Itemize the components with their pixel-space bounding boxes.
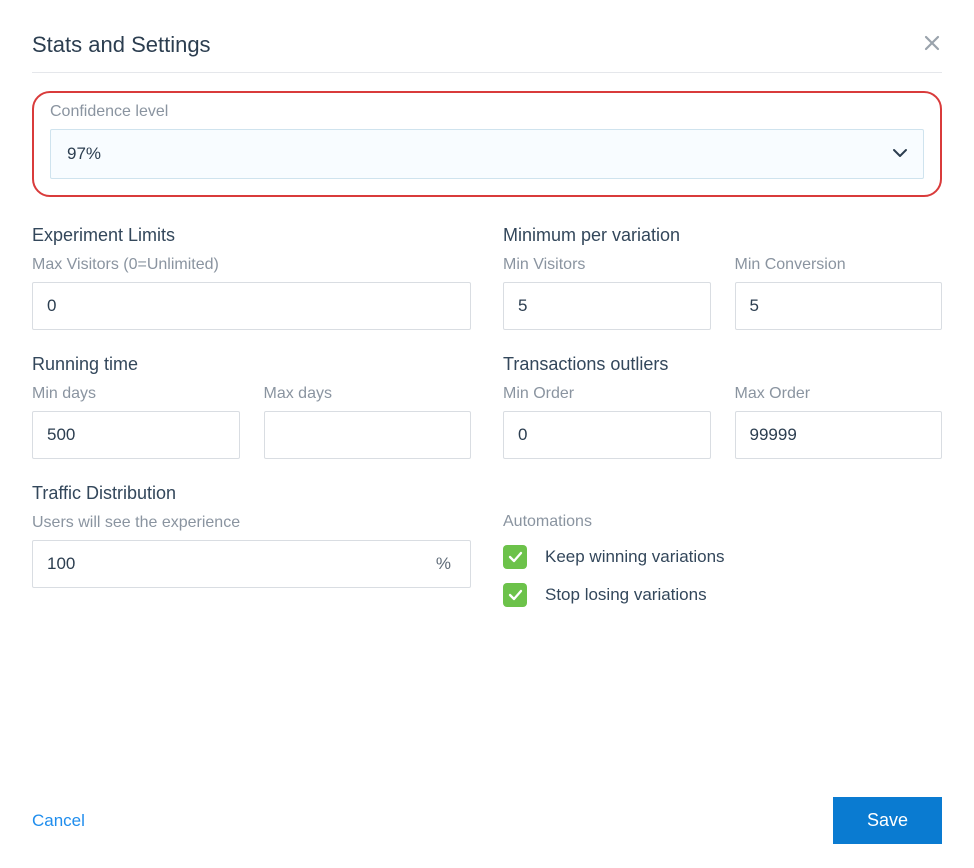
keep-winning-label: Keep winning variations: [545, 547, 725, 567]
max-order-input[interactable]: [735, 411, 943, 459]
min-conversion-input[interactable]: [735, 282, 943, 330]
automations-section: Automations Keep winning variations Stop…: [503, 483, 942, 621]
min-order-input[interactable]: [503, 411, 711, 459]
save-button[interactable]: Save: [833, 797, 942, 844]
transactions-outliers-title: Transactions outliers: [503, 354, 942, 375]
experiment-limits-title: Experiment Limits: [32, 225, 471, 246]
traffic-distribution-input[interactable]: [32, 540, 471, 588]
check-icon: [508, 589, 523, 601]
min-days-input[interactable]: [32, 411, 240, 459]
max-visitors-label: Max Visitors (0=Unlimited): [32, 256, 471, 274]
running-time-title: Running time: [32, 354, 471, 375]
check-icon: [508, 551, 523, 563]
min-per-variation-title: Minimum per variation: [503, 225, 942, 246]
dialog-header: Stats and Settings: [32, 32, 942, 73]
cancel-button[interactable]: Cancel: [32, 811, 85, 831]
max-visitors-input[interactable]: [32, 282, 471, 330]
traffic-distribution-section: Traffic Distribution Users will see the …: [32, 483, 471, 621]
transactions-outliers-section: Transactions outliers Min Order Max Orde…: [503, 354, 942, 459]
dialog-footer: Cancel Save: [32, 797, 942, 844]
confidence-level-select[interactable]: 97%: [50, 129, 924, 179]
min-conversion-label: Min Conversion: [735, 256, 943, 274]
confidence-level-label: Confidence level: [50, 103, 924, 121]
max-days-input[interactable]: [264, 411, 472, 459]
stop-losing-checkbox[interactable]: [503, 583, 527, 607]
stop-losing-label: Stop losing variations: [545, 585, 707, 605]
dialog-title: Stats and Settings: [32, 32, 211, 58]
running-time-section: Running time Min days Max days: [32, 354, 471, 459]
traffic-distribution-title: Traffic Distribution: [32, 483, 471, 504]
experiment-limits-section: Experiment Limits Max Visitors (0=Unlimi…: [32, 225, 471, 330]
max-days-label: Max days: [264, 385, 472, 403]
confidence-level-value: 97%: [50, 129, 924, 179]
confidence-level-section: Confidence level 97%: [32, 91, 942, 197]
traffic-distribution-label: Users will see the experience: [32, 514, 471, 532]
min-per-variation-section: Minimum per variation Min Visitors Min C…: [503, 225, 942, 330]
min-days-label: Min days: [32, 385, 240, 403]
min-order-label: Min Order: [503, 385, 711, 403]
close-icon[interactable]: [922, 33, 942, 58]
keep-winning-checkbox[interactable]: [503, 545, 527, 569]
min-visitors-input[interactable]: [503, 282, 711, 330]
max-order-label: Max Order: [735, 385, 943, 403]
automations-title: Automations: [503, 513, 942, 531]
min-visitors-label: Min Visitors: [503, 256, 711, 274]
